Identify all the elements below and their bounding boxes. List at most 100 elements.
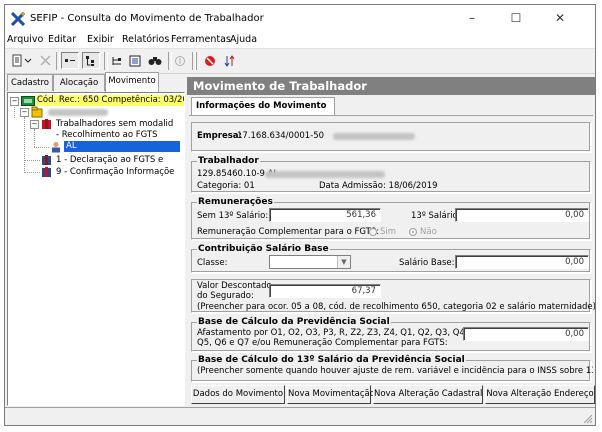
valor-descontado-label: Valor Descontado xyxy=(197,281,272,291)
window-title: SEFIP - Consulta do Movimento de Trabalh… xyxy=(30,13,264,24)
view-list-button[interactable] xyxy=(61,52,79,69)
classe-select[interactable]: ▼ xyxy=(269,255,351,269)
books-icon xyxy=(42,167,51,177)
base-calculo-title: Base de Cálculo da Previdência Social xyxy=(197,317,391,327)
toolbar-separator xyxy=(56,52,60,70)
list-view-icon xyxy=(65,58,75,62)
company-icon xyxy=(21,96,35,106)
left-pane: Cadastro Alocação Movimento − Cód. Rec.:… xyxy=(5,72,185,407)
remcomp-nao-radio[interactable] xyxy=(409,228,417,236)
sort-button[interactable] xyxy=(222,52,238,69)
books-icon xyxy=(42,119,51,129)
categoria-value: Categoria: 01 xyxy=(197,181,255,191)
delete-button[interactable] xyxy=(37,52,53,69)
right-pane: Movimento de Trabalhador Informações do … xyxy=(187,77,595,405)
collapse-toggle[interactable]: − xyxy=(20,108,29,117)
worker-icon xyxy=(52,142,60,153)
sem13-label: Sem 13º Salário: xyxy=(197,211,269,221)
salario-base-label: Salário Base: xyxy=(399,258,455,268)
tree-root-competencia[interactable]: Cód. Rec.: 650 Competência: 03/20 xyxy=(36,95,184,106)
collapse-toggle[interactable]: − xyxy=(30,120,39,129)
menu-ferramentas[interactable]: Ferramentas xyxy=(171,34,231,45)
tab-informacoes-movimento[interactable]: Informações do Movimento xyxy=(191,97,335,115)
base-13-title: Base de Cálculo do 13º Salário da Previd… xyxy=(197,355,466,365)
maximize-button[interactable]: ☐ xyxy=(501,9,531,27)
sem13-input[interactable]: 561,36 xyxy=(269,208,381,222)
details-icon xyxy=(112,56,121,65)
tree-node-selected-worker[interactable]: AL xyxy=(64,141,180,152)
minimize-button[interactable]: – xyxy=(457,9,487,27)
tree-line xyxy=(14,105,15,118)
panel-header: Movimento de Trabalhador xyxy=(187,77,595,95)
report-button[interactable] xyxy=(127,52,143,69)
menu-relatorios[interactable]: Relatórios xyxy=(122,34,169,45)
menu-ajuda[interactable]: Ajuda xyxy=(230,34,257,45)
view-tree-button[interactable] xyxy=(82,52,100,69)
remcomp-sim-radio[interactable] xyxy=(369,228,377,236)
base-13-note: (Preencher somente quando houver ajuste … xyxy=(197,366,593,376)
sefip-app-icon xyxy=(11,12,25,26)
lookup-disabled-icon xyxy=(175,55,185,66)
tree-node-trabalhadores[interactable]: Trabalhadores sem modalid xyxy=(56,119,173,130)
classe-label: Classe: xyxy=(197,258,228,268)
remcomp-label: Remuneração Complementar para o FGTS: xyxy=(197,227,380,237)
binoculars-icon xyxy=(148,57,162,65)
stop-red-icon xyxy=(205,55,215,66)
validate-button[interactable] xyxy=(202,52,218,69)
s13-input[interactable]: 0,00 xyxy=(455,208,589,222)
tree-node-confirmacao[interactable]: 9 - Confirmação Informaçõe xyxy=(56,167,174,178)
details-button[interactable] xyxy=(109,52,125,69)
dados-movimento-button[interactable]: Dados do Movimento xyxy=(191,385,285,404)
sort-arrows-icon xyxy=(224,54,235,67)
salario-base-input[interactable]: 0,00 xyxy=(455,255,589,269)
tree-line xyxy=(24,172,40,173)
tree-node-declaracao[interactable]: 1 - Declaração ao FGTS e xyxy=(56,155,163,166)
books-icon xyxy=(42,155,51,165)
empresa-label: Empresa: xyxy=(197,131,242,141)
search-button[interactable] xyxy=(146,52,164,69)
nova-movimentacao-button[interactable]: Nova Movimentação xyxy=(287,385,375,404)
status-bar xyxy=(5,407,595,425)
movement-tree: − Cód. Rec.: 650 Competência: 03/20 − − … xyxy=(7,92,185,406)
contribuicao-title: Contribuição Salário Base xyxy=(197,244,330,254)
do-segurado-label: do Segurado: xyxy=(197,291,254,301)
title-bar: SEFIP - Consulta do Movimento de Trabalh… xyxy=(5,5,595,32)
valor-descontado-input[interactable]: 67,37 xyxy=(269,284,381,298)
redacted-company-name xyxy=(333,133,415,140)
toolbar-separator xyxy=(104,52,108,70)
new-document-button[interactable] xyxy=(9,52,35,69)
nova-alteracao-cadastral-button[interactable]: Nova Alteração Cadastral xyxy=(373,385,483,404)
base-calculo-input[interactable]: 0,00 xyxy=(463,327,589,341)
redacted-name xyxy=(48,109,108,116)
tree-line xyxy=(34,147,49,148)
app-window: SEFIP - Consulta do Movimento de Trabalh… xyxy=(4,4,596,426)
base-calculo-line1: Afastamento por O1, O2, O3, P3, R, Z2, Z… xyxy=(197,328,468,338)
delete-x-icon xyxy=(39,55,51,66)
tree-line xyxy=(24,160,40,161)
menu-arquivo[interactable]: Arquivo xyxy=(7,34,43,45)
remcomp-sim-label: Sim xyxy=(380,227,397,237)
close-button[interactable]: ✕ xyxy=(545,9,575,27)
tree-view-icon xyxy=(86,55,94,66)
toolbar xyxy=(5,49,595,74)
resize-grip-icon[interactable] xyxy=(583,414,593,424)
lookup-button[interactable] xyxy=(172,52,188,69)
menu-editar[interactable]: Editar xyxy=(48,34,76,45)
tree-line xyxy=(24,117,25,173)
tab-alocacao[interactable]: Alocação xyxy=(53,74,105,91)
left-tabs: Cadastro Alocação Movimento xyxy=(5,72,185,92)
menu-bar: Arquivo Editar Exibir Relatórios Ferrame… xyxy=(5,32,595,49)
empresa-value: 17.168.634/0001-50 xyxy=(237,131,325,141)
base-calculo-line2: Q5, Q6 e Q7 e/ou Remuneração Complementa… xyxy=(197,338,448,348)
toolbar-separator xyxy=(196,52,200,70)
tree-node-recolhimento[interactable]: - Recolhimento ao FGTS xyxy=(56,130,158,141)
yellow-folder-icon xyxy=(31,106,43,118)
trabalhador-title: Trabalhador xyxy=(197,156,260,166)
report-list-icon xyxy=(129,55,141,66)
tab-movimento[interactable]: Movimento xyxy=(105,72,159,92)
nova-alteracao-endereco-button[interactable]: Nova Alteração Endereço xyxy=(485,385,595,404)
tree-line xyxy=(34,129,35,147)
new-document-icon xyxy=(12,54,32,67)
tab-cadastro[interactable]: Cadastro xyxy=(7,74,53,91)
menu-exibir[interactable]: Exibir xyxy=(87,34,114,45)
